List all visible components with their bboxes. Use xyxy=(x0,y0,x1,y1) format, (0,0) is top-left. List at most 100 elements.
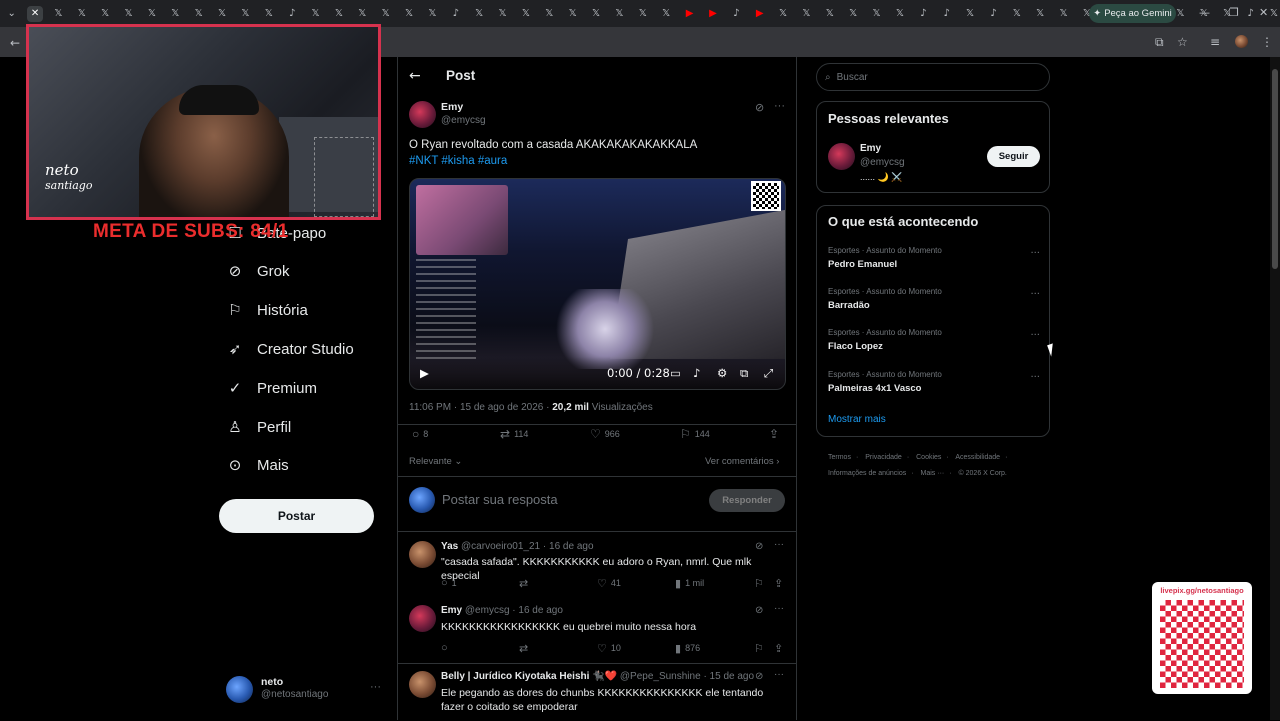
reply-button[interactable]: ○ xyxy=(441,642,448,654)
like-button[interactable]: ♡ 966 xyxy=(590,427,620,441)
x-tab-icon[interactable]: 𝕏 xyxy=(261,6,277,22)
x-tab-icon[interactable]: 𝕏 xyxy=(775,6,791,22)
x-tab-icon[interactable]: 𝕏 xyxy=(308,6,324,22)
bookmark-button[interactable]: ⚐ xyxy=(754,642,764,655)
repost-button[interactable]: ⇄ 114 xyxy=(500,427,528,441)
x-tab-icon[interactable]: 𝕏 xyxy=(798,6,814,22)
settings-icon[interactable]: ⚙ xyxy=(717,366,727,380)
tiktok-tab-icon[interactable]: ♪ xyxy=(985,6,1001,22)
x-tab-icon[interactable]: 𝕏 xyxy=(50,6,66,22)
maximize-icon[interactable]: ❐ xyxy=(1229,6,1239,19)
x-tab-icon[interactable]: 𝕏 xyxy=(97,6,113,22)
views-button[interactable]: ▮ 1 mil xyxy=(675,577,704,590)
relevant-name[interactable]: Emy xyxy=(860,143,881,154)
bookmark-button[interactable]: ⚐ xyxy=(754,577,764,590)
follow-button[interactable]: Seguir xyxy=(987,146,1040,167)
footer-link[interactable]: Privacidade xyxy=(865,454,902,461)
x-tab-icon[interactable]: 𝕏 xyxy=(541,6,557,22)
close-window-icon[interactable]: ✕ xyxy=(1259,6,1268,19)
reply-author-name[interactable]: Yas xyxy=(441,541,458,552)
x-tab-icon[interactable]: 𝕏 xyxy=(167,6,183,22)
x-tab-icon[interactable]: 𝕏 xyxy=(962,6,978,22)
x-tab-icon[interactable]: 𝕏 xyxy=(822,6,838,22)
reply-button[interactable]: ○ 1 xyxy=(441,577,457,589)
footer-link[interactable]: Informações de anúncios xyxy=(828,470,906,477)
trend-item[interactable]: Esportes · Assunto do Momento Barradão ·… xyxy=(828,287,1040,311)
trend-item[interactable]: Esportes · Assunto do Momento Palmeiras … xyxy=(828,370,1040,394)
footer-link[interactable]: Acessibilidade xyxy=(955,454,1000,461)
view-comments-link[interactable]: Ver comentários › xyxy=(705,456,779,467)
captions-icon[interactable]: ▭ xyxy=(670,366,681,380)
tiktok-tab-icon[interactable]: ♪ xyxy=(915,6,931,22)
gemini-button[interactable]: ✦ Peça ao Gemini xyxy=(1089,4,1176,23)
reply-submit-button[interactable]: Responder xyxy=(709,489,785,512)
x-tab-icon[interactable]: 𝕏 xyxy=(144,6,160,22)
post-hashtags[interactable]: #NKT #kisha #aura xyxy=(409,155,507,167)
minimize-icon[interactable]: — xyxy=(1199,6,1210,19)
media-control-icon[interactable]: ≡ xyxy=(1210,35,1220,49)
reply-author-name[interactable]: Belly | Jurídico Kiyotaka Heishi 🐈‍⬛❤️ xyxy=(441,671,617,682)
share-button[interactable]: ⇪ xyxy=(769,427,779,441)
tiktok-tab-icon[interactable]: ♪ xyxy=(448,6,464,22)
author-handle[interactable]: @emycsg xyxy=(441,115,486,126)
grok-icon[interactable]: ⊘ xyxy=(755,671,763,682)
reply-avatar[interactable] xyxy=(409,671,436,698)
nav-item-profile[interactable]: ♙ Perfil xyxy=(226,418,291,436)
menu-icon[interactable]: ⋮ xyxy=(1261,35,1273,49)
reply-item[interactable]: Yas @carvoeiro01_21 · 16 de ago ⊘ ··· "c… xyxy=(398,539,796,596)
more-icon[interactable]: ··· xyxy=(1030,330,1040,341)
reply-author-name[interactable]: Emy xyxy=(441,605,462,616)
video-player[interactable]: ▶ 0:00 / 0:28 ▭ ♪ ⚙ ⧉ ⤢ xyxy=(409,178,786,390)
reply-author-handle[interactable]: @emycsg xyxy=(465,605,510,616)
more-icon[interactable]: ··· xyxy=(774,669,784,680)
repost-button[interactable]: ⇄ xyxy=(519,577,528,590)
fullscreen-icon[interactable]: ⤢ xyxy=(764,366,773,381)
x-tab-icon[interactable]: 𝕏 xyxy=(74,6,90,22)
views-button[interactable]: ▮ 876 xyxy=(675,642,700,655)
x-tab-icon[interactable]: 𝕏 xyxy=(588,6,604,22)
grok-icon[interactable]: ⊘ xyxy=(755,101,764,114)
x-tab-icon[interactable]: 𝕏 xyxy=(518,6,534,22)
x-tab-icon[interactable]: 𝕏 xyxy=(378,6,394,22)
show-more-link[interactable]: Mostrar mais xyxy=(828,414,886,425)
profile-avatar[interactable] xyxy=(1235,35,1248,48)
search-input[interactable]: ⌕ Buscar xyxy=(816,63,1050,91)
account-switcher[interactable]: neto @netosantiago ··· xyxy=(226,676,386,706)
x-tab-icon[interactable]: 𝕏 xyxy=(1009,6,1025,22)
volume-icon[interactable]: ♪ xyxy=(693,366,700,380)
page-scrollbar[interactable] xyxy=(1270,57,1280,720)
share-button[interactable]: ⇪ xyxy=(774,577,783,590)
footer-link[interactable]: Mais ··· xyxy=(921,470,945,477)
x-tab-icon[interactable]: 𝕏 xyxy=(191,6,207,22)
reply-author-handle[interactable]: @carvoeiro01_21 xyxy=(461,541,540,552)
grok-icon[interactable]: ⊘ xyxy=(755,541,763,552)
youtube-tab-icon[interactable]: ▶ xyxy=(682,6,698,22)
x-tab-icon[interactable]: 𝕏 xyxy=(331,6,347,22)
more-icon[interactable]: ··· xyxy=(1030,372,1040,383)
reply-author-handle[interactable]: @Pepe_Sunshine xyxy=(620,671,701,682)
more-icon[interactable]: ··· xyxy=(774,603,784,614)
reply-item[interactable]: Emy @emycsg · 16 de ago ⊘ ··· KKKKKKKKKK… xyxy=(398,603,796,660)
relevant-handle[interactable]: @emycsg xyxy=(860,157,905,168)
tiktok-tab-icon[interactable]: ♪ xyxy=(1243,6,1259,22)
reply-item[interactable]: Belly | Jurídico Kiyotaka Heishi 🐈‍⬛❤️ @… xyxy=(398,669,796,721)
x-tab-icon[interactable]: 𝕏 xyxy=(471,6,487,22)
trend-item[interactable]: Esportes · Assunto do Momento Flaco Lope… xyxy=(828,328,1040,352)
author-avatar[interactable] xyxy=(409,101,436,128)
star-icon[interactable]: ☆ xyxy=(1177,35,1188,49)
youtube-tab-icon[interactable]: ▶ xyxy=(705,6,721,22)
footer-link[interactable]: Termos xyxy=(828,454,851,461)
x-tab-icon[interactable]: 𝕏 xyxy=(1056,6,1072,22)
tiktok-tab-icon[interactable]: ♪ xyxy=(728,6,744,22)
more-icon[interactable]: ··· xyxy=(1030,289,1040,300)
x-tab-icon[interactable]: 𝕏 xyxy=(495,6,511,22)
reply-button[interactable]: ○ 8 xyxy=(412,427,428,441)
more-icon[interactable]: ··· xyxy=(1030,248,1040,259)
like-button[interactable]: ♡ 41 xyxy=(597,577,621,590)
back-arrow-icon[interactable]: ← xyxy=(10,36,20,50)
nav-item-grok[interactable]: ⊘ Grok xyxy=(226,262,290,280)
x-tab-icon[interactable]: 𝕏 xyxy=(237,6,253,22)
grok-icon[interactable]: ⊘ xyxy=(755,605,763,616)
reply-avatar[interactable] xyxy=(409,605,436,632)
bookmark-button[interactable]: ⚐ 144 xyxy=(680,427,710,441)
